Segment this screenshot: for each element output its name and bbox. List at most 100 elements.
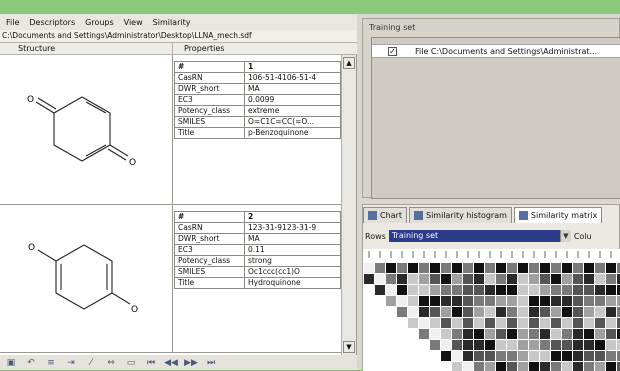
- matrix-cell: [452, 285, 462, 295]
- records-list: O O #1 CasRN 106-51-4106-51-4 DWR_short MA…: [0, 55, 341, 355]
- matrix-cell: [562, 307, 572, 317]
- matrix-cell: [485, 296, 495, 306]
- properties-panel: #1 CasRN 106-51-4106-51-4 DWR_short MA EC3…: [174, 55, 341, 204]
- matrix-cell: [441, 351, 451, 361]
- matrix-cell: [408, 263, 418, 273]
- matrix-cell: [518, 329, 528, 339]
- matrix-cell: [562, 340, 572, 350]
- matrix-cell: [474, 263, 484, 273]
- matrix-cell: [408, 318, 418, 328]
- matrix-cell: [562, 318, 572, 328]
- matrix-cell: [463, 329, 473, 339]
- tab-similarity-matrix[interactable]: Similarity matrix: [513, 207, 603, 223]
- menu-file[interactable]: File: [6, 18, 19, 27]
- next-icon[interactable]: ▶▶: [184, 358, 198, 368]
- draw-icon[interactable]: ⁄: [84, 358, 98, 368]
- matrix-cell: [485, 307, 495, 317]
- last-icon[interactable]: ⏭: [204, 358, 218, 368]
- matrix-cell: [408, 285, 418, 295]
- structure-drawing: O O: [0, 205, 173, 352]
- chevron-down-icon[interactable]: ▼: [559, 230, 571, 242]
- matrix-cell: [562, 296, 572, 306]
- record-row[interactable]: O O #1 CasRN 106-51-4106-51-4 DWR_short MA…: [0, 55, 341, 205]
- matrix-cell: [485, 285, 495, 295]
- training-set-row[interactable]: ✓ File C:\Documents and Settings\Adminis…: [372, 44, 620, 58]
- matrix-cell: [474, 274, 484, 284]
- save-icon[interactable]: ▣: [4, 358, 18, 368]
- similarity-matrix-grid: [364, 251, 620, 371]
- matrix-cell: [595, 274, 605, 284]
- matrix-cell: [562, 285, 572, 295]
- matrix-cell: [584, 296, 594, 306]
- matrix-cell: [441, 274, 451, 284]
- prev-icon[interactable]: ◀◀: [164, 358, 178, 368]
- matrix-cell: [518, 351, 528, 361]
- rows-dropdown[interactable]: Training set ▼: [388, 230, 571, 242]
- matrix-cell: [507, 329, 517, 339]
- matrix-cell: [573, 329, 583, 339]
- oxygen-atom-label: O: [27, 95, 34, 105]
- matrix-cell: [551, 285, 561, 295]
- group-icon[interactable]: ≡: [44, 358, 58, 368]
- matrix-cell: [485, 351, 495, 361]
- menu-view[interactable]: View: [124, 18, 143, 27]
- prop-key: Potency_class: [174, 105, 245, 117]
- matrix-cell: [463, 296, 473, 306]
- matrix-cell: [452, 329, 462, 339]
- matrix-cell: [584, 285, 594, 295]
- matrix-cell: [551, 307, 561, 317]
- matrix-cell: [551, 351, 561, 361]
- matrix-cell: [485, 263, 495, 273]
- first-icon[interactable]: ⏮: [144, 358, 158, 368]
- matrix-cell: [584, 340, 594, 350]
- matrix-cell: [485, 340, 495, 350]
- matrix-cell: [430, 340, 440, 350]
- tab-chart[interactable]: Chart: [363, 207, 407, 223]
- structure-column-header[interactable]: Structure: [0, 43, 173, 55]
- export-icon[interactable]: ⇥: [64, 358, 78, 368]
- matrix-cell: [529, 274, 539, 284]
- tab-similarity-histogram[interactable]: Similarity histogram: [408, 207, 512, 223]
- scroll-down-icon[interactable]: ▼: [343, 341, 355, 353]
- prop-key: Title: [174, 277, 245, 289]
- vertical-scrollbar[interactable]: ▲ ▼: [341, 55, 356, 355]
- matrix-cell: [551, 263, 561, 273]
- view-tabs: Chart Similarity histogram Similarity ma…: [363, 207, 620, 223]
- menu-similarity[interactable]: Similarity: [153, 18, 191, 27]
- matrix-cell: [540, 340, 550, 350]
- matrix-cell: [485, 329, 495, 339]
- matrix-cell: [584, 307, 594, 317]
- matrix-cell: [496, 274, 506, 284]
- collapse-icon[interactable]: ▭: [124, 358, 138, 368]
- similarity-matrix[interactable]: [363, 249, 620, 371]
- include-checkbox[interactable]: ✓: [388, 46, 397, 56]
- matrix-cell: [507, 351, 517, 361]
- matrix-cell: [397, 285, 407, 295]
- matrix-cell: [474, 351, 484, 361]
- matrix-cell: [540, 285, 550, 295]
- prop-key: Potency_class: [174, 255, 245, 267]
- matrix-cell: [496, 285, 506, 295]
- expand-icon[interactable]: ⇔: [104, 358, 118, 368]
- menu-descriptors[interactable]: Descriptors: [29, 18, 75, 27]
- matrix-cell: [463, 307, 473, 317]
- matrix-cell: [485, 318, 495, 328]
- matrix-cell: [573, 351, 583, 361]
- record-row[interactable]: O O #2 CasRN 123-31-9123-31-9 DWR_short MA…: [0, 205, 341, 353]
- matrix-cell: [595, 329, 605, 339]
- matrix-cell: [518, 307, 528, 317]
- matrix-cell: [452, 296, 462, 306]
- matrix-cell: [507, 263, 517, 273]
- prop-key: CasRN: [174, 72, 245, 84]
- scroll-up-icon[interactable]: ▲: [343, 57, 355, 69]
- matrix-cell: [430, 318, 440, 328]
- matrix-cell: [496, 263, 506, 273]
- matrix-cell: [496, 329, 506, 339]
- matrix-cell: [562, 329, 572, 339]
- undo-icon[interactable]: ↶: [24, 358, 38, 368]
- matrix-cell: [529, 307, 539, 317]
- menu-groups[interactable]: Groups: [85, 18, 114, 27]
- properties-column-header[interactable]: Properties: [174, 43, 339, 55]
- prop-key: EC3: [174, 244, 245, 256]
- prop-value: MA: [244, 233, 341, 245]
